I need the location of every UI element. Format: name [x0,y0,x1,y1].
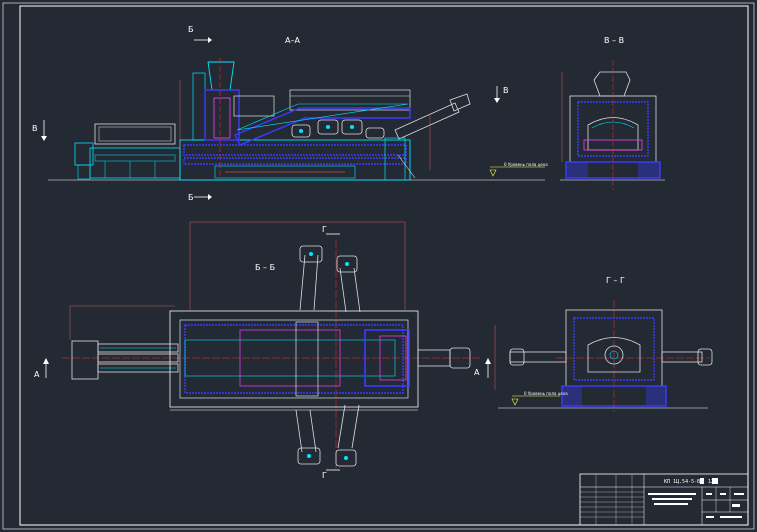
title-block-code: КП 1Ц.54-5-ВВ [664,479,703,485]
view-plan-marker-g-top: Г [322,225,327,234]
view-aa-title: А–А [285,36,300,45]
view-aa-level-note: 0 Уровень пола цеха [504,162,548,167]
view-aa-marker-left-bottom: Б [188,193,194,202]
view-plan-title: Б – Б [255,263,275,272]
view-plan-marker-a-left: А [34,370,40,379]
view-aa-marker-side: В [32,124,38,133]
view-aa: А–А Б Б В В 0 Уровень пола цеха [32,25,548,202]
view-aa-marker-left-top: Б [188,25,194,34]
inner-frame [19,5,749,526]
view-aa-marker-right: В [503,86,509,95]
view-gg-level-note: 0 Уровень пола цеха [524,391,568,396]
view-bb-title: В – В [604,36,624,45]
title-block: КП 1Ц.54-5-ВВ 12 [579,473,749,526]
view-plan-marker-a-right: А [474,368,480,377]
view-gg: Г – Г 0 Уровень пола цеха [498,276,713,412]
view-bb: В – В [560,36,665,190]
cad-drawing: А–А Б Б В В 0 Уровень пола цеха В – В Б … [2,2,755,530]
outer-frame [2,2,755,530]
view-gg-title: Г – Г [606,276,625,285]
view-plan-marker-g-bottom: Г [322,471,327,480]
view-plan: Б – Б А А Г Г [34,221,496,480]
